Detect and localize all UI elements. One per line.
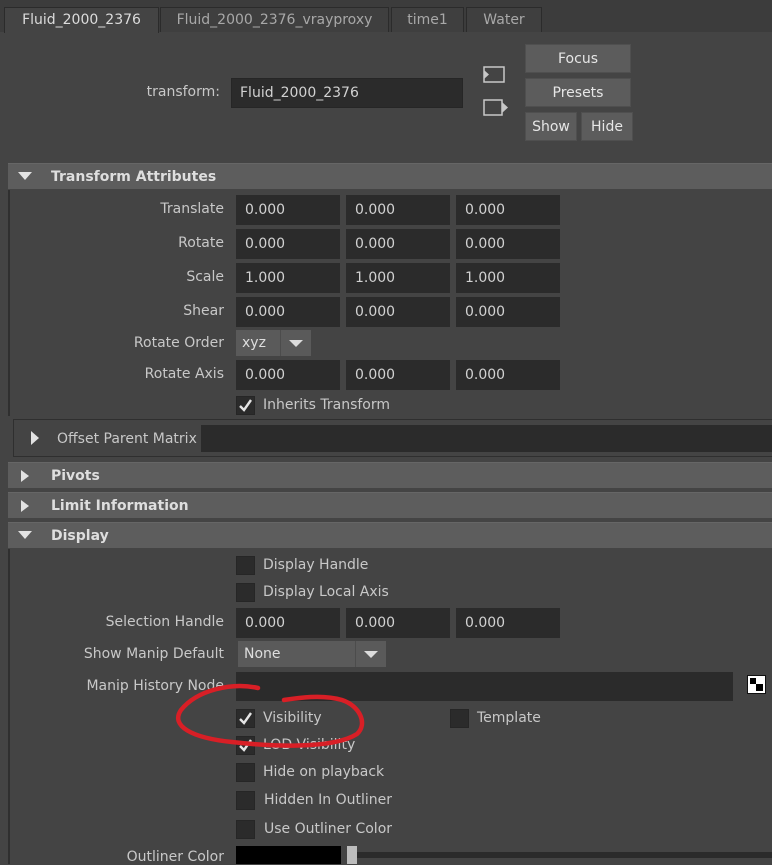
rotate-axis-z-field[interactable]: 0.000: [456, 360, 560, 390]
hide-button[interactable]: Hide: [581, 112, 633, 141]
outliner-color-swatch[interactable]: [236, 846, 341, 864]
selection-handle-x-field[interactable]: 0.000: [236, 608, 340, 638]
tab-fluid[interactable]: Fluid_2000_2376: [4, 7, 159, 33]
section-title: Limit Information: [51, 498, 189, 514]
presets-button[interactable]: Presets: [525, 78, 631, 107]
pivots-header[interactable]: Pivots: [8, 462, 772, 488]
offset-parent-matrix-field[interactable]: [201, 425, 772, 452]
expand-arrow-icon: [21, 500, 29, 512]
section-title: Transform Attributes: [51, 169, 217, 185]
expand-arrow-icon: [21, 470, 29, 482]
limit-information-header[interactable]: Limit Information: [8, 492, 772, 518]
shear-label: Shear: [183, 303, 224, 319]
tab-vrayproxy[interactable]: Fluid_2000_2376_vrayproxy: [160, 7, 389, 32]
show-button[interactable]: Show: [525, 112, 577, 141]
expand-arrow-icon[interactable]: [28, 430, 42, 446]
expand-right-icon[interactable]: [482, 97, 508, 119]
scale-x-field[interactable]: 1.000: [236, 263, 340, 293]
scale-y-field[interactable]: 1.000: [346, 263, 450, 293]
shear-z-field[interactable]: 0.000: [456, 297, 560, 327]
rotate-axis-y-field[interactable]: 0.000: [346, 360, 450, 390]
show-manip-default-value: None: [244, 646, 281, 662]
selection-handle-y-field[interactable]: 0.000: [346, 608, 450, 638]
template-label: Template: [477, 710, 541, 726]
outliner-color-slider[interactable]: [352, 852, 772, 858]
checkmark-icon: [239, 399, 252, 412]
inherits-transform-label: Inherits Transform: [263, 397, 391, 413]
tab-water[interactable]: Water: [466, 7, 542, 32]
rotate-order-label: Rotate Order: [133, 335, 224, 351]
display-handle-checkbox[interactable]: [236, 556, 255, 575]
display-local-axis-checkbox[interactable]: [236, 583, 255, 602]
collapse-arrow-icon: [18, 531, 32, 539]
section-title: Pivots: [51, 468, 100, 484]
show-manip-default-label: Show Manip Default: [83, 646, 224, 662]
focus-button[interactable]: Focus: [525, 44, 631, 73]
expand-left-icon[interactable]: [482, 64, 508, 86]
hidden-in-outliner-label: Hidden In Outliner: [264, 792, 392, 808]
show-manip-default-dropdown[interactable]: None: [238, 641, 386, 667]
dropdown-arrow-icon: [355, 641, 386, 667]
tab-time1[interactable]: time1: [391, 7, 464, 32]
rotate-y-field[interactable]: 0.000: [346, 229, 450, 259]
rotate-x-field[interactable]: 0.000: [236, 229, 340, 259]
use-outliner-color-checkbox[interactable]: [236, 820, 255, 839]
template-checkbox[interactable]: [450, 709, 469, 728]
transform-label: transform:: [146, 84, 220, 100]
offset-parent-matrix-label[interactable]: Offset Parent Matrix: [57, 431, 197, 447]
translate-z-field[interactable]: 0.000: [456, 195, 560, 225]
collapse-arrow-icon: [18, 172, 32, 180]
rotate-label: Rotate: [178, 235, 224, 251]
selection-handle-z-field[interactable]: 0.000: [456, 608, 560, 638]
scale-z-field[interactable]: 1.000: [456, 263, 560, 293]
shear-y-field[interactable]: 0.000: [346, 297, 450, 327]
outliner-color-label: Outliner Color: [126, 849, 224, 865]
transform-attributes-header[interactable]: Transform Attributes: [8, 163, 772, 189]
rotate-axis-x-field[interactable]: 0.000: [236, 360, 340, 390]
display-header[interactable]: Display: [8, 522, 772, 548]
display-local-axis-label: Display Local Axis: [263, 584, 389, 600]
section-border: [8, 190, 10, 416]
rotate-z-field[interactable]: 0.000: [456, 229, 560, 259]
translate-y-field[interactable]: 0.000: [346, 195, 450, 225]
outliner-color-slider-handle[interactable]: [347, 846, 357, 864]
section-title: Display: [51, 528, 109, 544]
dropdown-arrow-icon: [280, 330, 311, 356]
node-navigator-icon[interactable]: [747, 675, 766, 694]
inherits-transform-checkbox[interactable]: [236, 396, 255, 415]
translate-x-field[interactable]: 0.000: [236, 195, 340, 225]
red-annotation-circle: [176, 683, 365, 748]
use-outliner-color-label: Use Outliner Color: [264, 821, 393, 837]
hidden-in-outliner-checkbox[interactable]: [236, 791, 255, 810]
display-handle-label: Display Handle: [263, 557, 369, 573]
transform-name-field[interactable]: Fluid_2000_2376: [231, 78, 463, 108]
hide-on-playback-label: Hide on playback: [263, 764, 385, 780]
selection-handle-label: Selection Handle: [105, 614, 224, 630]
translate-label: Translate: [160, 201, 224, 217]
hide-on-playback-checkbox[interactable]: [236, 763, 255, 782]
section-border: [8, 549, 10, 864]
rotate-order-value: xyz: [242, 335, 266, 351]
scale-label: Scale: [186, 269, 224, 285]
shear-x-field[interactable]: 0.000: [236, 297, 340, 327]
rotate-order-dropdown[interactable]: xyz: [236, 330, 311, 356]
rotate-axis-label: Rotate Axis: [144, 366, 224, 382]
